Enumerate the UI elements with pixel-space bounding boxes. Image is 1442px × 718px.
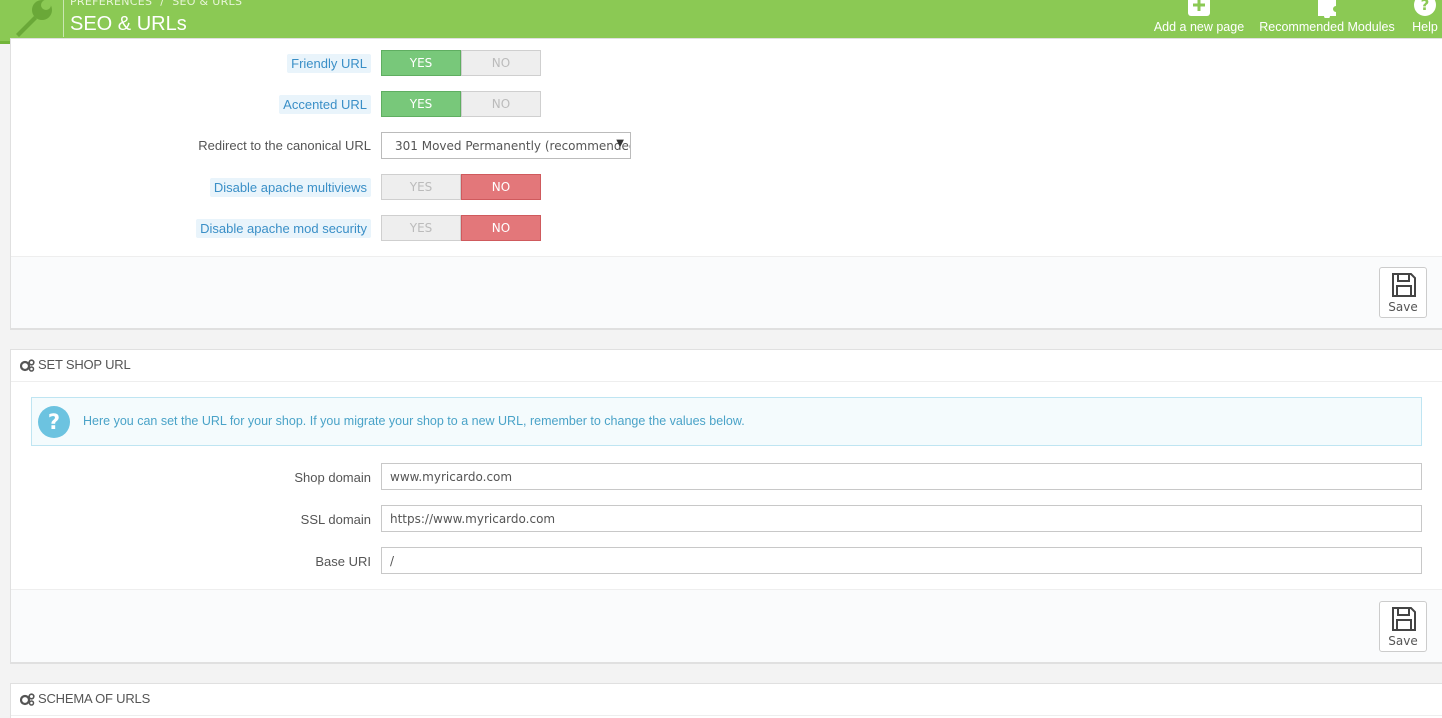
breadcrumb: PREFERENCES / SEO & URLS — [70, 0, 242, 8]
wrench-icon — [16, 0, 52, 37]
info-alert: ? Here you can set the URL for your shop… — [31, 397, 1422, 446]
apache-mod-security-no[interactable]: NO — [461, 215, 541, 241]
breadcrumb-separator: / — [160, 0, 165, 8]
add-new-page-label: Add a new page — [1153, 20, 1245, 34]
panel-title: SCHEMA OF URLS — [38, 691, 151, 706]
apache-mod-security-label[interactable]: Disable apache mod security — [196, 219, 371, 238]
panel-heading: SET SHOP URL — [11, 350, 1442, 382]
canonical-redirect-select[interactable]: 301 Moved Permanently (recommended) ▼ — [381, 132, 631, 159]
help-label: Help — [1412, 20, 1438, 34]
breadcrumb-item-seo[interactable]: SEO & URLS — [172, 0, 242, 8]
panel-heading: SCHEMA OF URLS — [11, 684, 1442, 716]
apache-multiviews-switch[interactable]: YES NO — [381, 174, 541, 200]
accented-url-yes[interactable]: YES — [381, 91, 461, 117]
shop-domain-label: Shop domain — [294, 470, 371, 485]
shop-domain-input[interactable]: www.myricardo.com — [381, 463, 1422, 490]
apache-multiviews-no[interactable]: NO — [461, 174, 541, 200]
base-uri-label: Base URI — [315, 554, 371, 569]
accented-url-no[interactable]: NO — [461, 91, 541, 117]
save-button[interactable]: Save — [1379, 267, 1427, 318]
accented-url-label[interactable]: Accented URL — [279, 95, 371, 114]
breadcrumb-item-preferences[interactable]: PREFERENCES — [70, 0, 152, 8]
panel-footer: Save — [11, 256, 1442, 328]
help-button[interactable]: ? Help — [1408, 0, 1442, 40]
help-icon: ? — [1414, 0, 1436, 16]
set-shop-url-panel: SET SHOP URL ? Here you can set the URL … — [10, 349, 1442, 662]
schema-of-urls-panel: SCHEMA OF URLS — [10, 683, 1442, 718]
save-button[interactable]: Save — [1379, 601, 1427, 652]
header-divider — [63, 0, 64, 37]
svg-text:?: ? — [1421, 0, 1430, 14]
seo-settings-panel: Friendly URL YES NO Accented URL YES NO … — [10, 38, 1442, 328]
ssl-domain-input[interactable]: https://www.myricardo.com — [381, 505, 1422, 532]
recommended-modules-button[interactable]: Recommended Modules — [1255, 0, 1399, 40]
gears-icon — [20, 693, 35, 706]
friendly-url-yes[interactable]: YES — [381, 50, 461, 76]
floppy-disk-icon — [1392, 273, 1416, 297]
friendly-url-label[interactable]: Friendly URL — [287, 54, 371, 73]
base-uri-input[interactable]: / — [381, 547, 1422, 574]
accented-url-switch[interactable]: YES NO — [381, 91, 541, 117]
question-circle-icon: ? — [38, 406, 70, 438]
save-label: Save — [1388, 634, 1418, 648]
caret-down-icon: ▼ — [616, 138, 624, 149]
gears-icon — [20, 359, 35, 372]
page-title: SEO & URLs — [70, 13, 187, 35]
info-text: Here you can set the URL for your shop. … — [83, 414, 745, 428]
apache-mod-security-switch[interactable]: YES NO — [381, 215, 541, 241]
friendly-url-switch[interactable]: YES NO — [381, 50, 541, 76]
apache-multiviews-yes[interactable]: YES — [381, 174, 461, 200]
panel-title: SET SHOP URL — [38, 357, 131, 372]
friendly-url-no[interactable]: NO — [461, 50, 541, 76]
svg-text:?: ? — [48, 410, 60, 434]
recommended-modules-label: Recommended Modules — [1259, 20, 1395, 34]
floppy-disk-icon — [1392, 607, 1416, 631]
apache-multiviews-label[interactable]: Disable apache multiviews — [209, 178, 371, 197]
add-new-page-button[interactable]: Add a new page — [1150, 0, 1248, 40]
ssl-domain-label: SSL domain — [300, 512, 371, 527]
panel-footer: Save — [11, 589, 1442, 662]
puzzle-icon — [1318, 0, 1336, 18]
canonical-redirect-label: Redirect to the canonical URL — [198, 138, 371, 153]
apache-mod-security-yes[interactable]: YES — [381, 215, 461, 241]
add-icon — [1188, 0, 1210, 16]
save-label: Save — [1388, 300, 1418, 314]
canonical-redirect-value: 301 Moved Permanently (recommended) — [395, 139, 631, 153]
